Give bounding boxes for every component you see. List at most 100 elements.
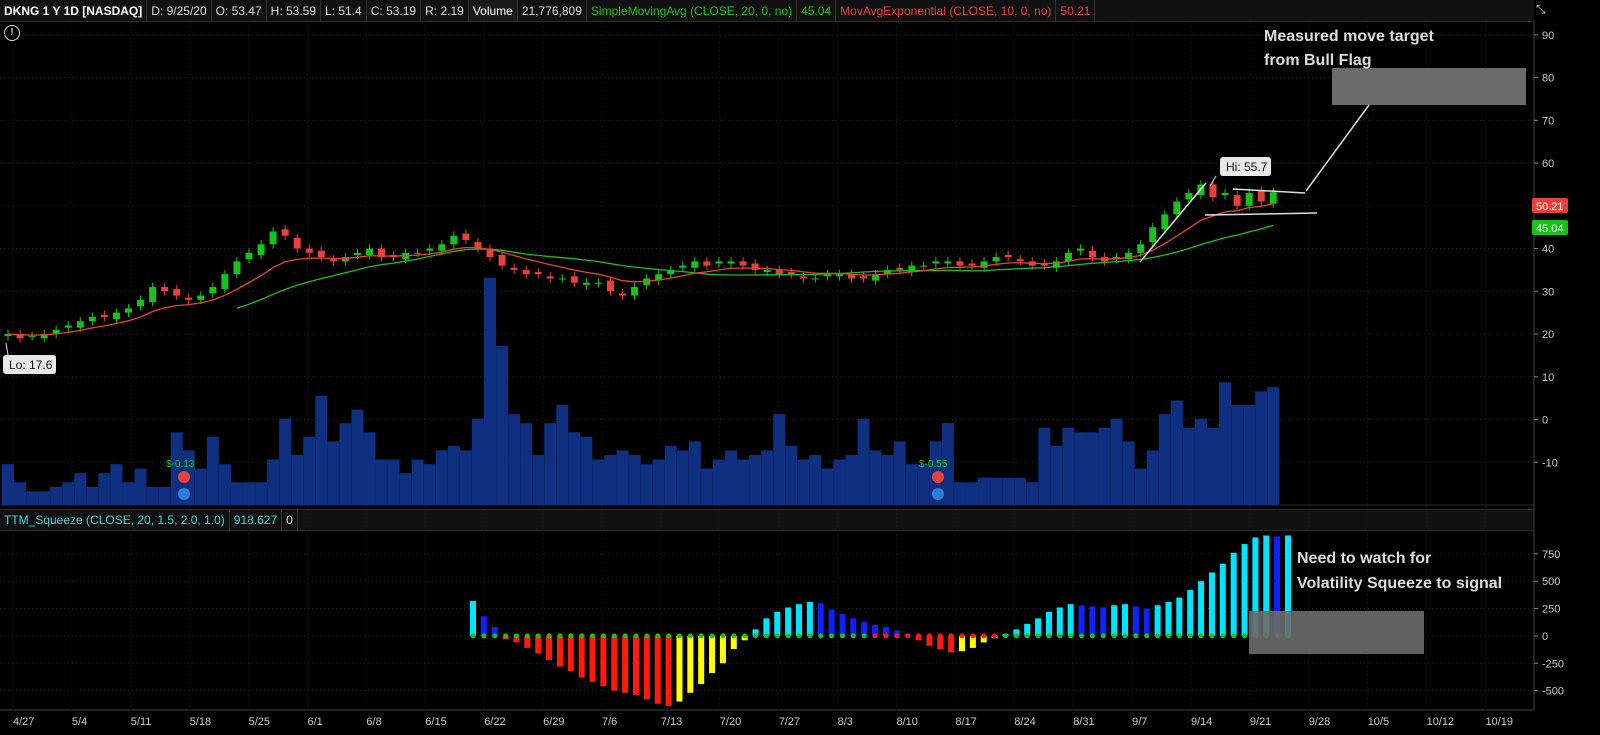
volume-bar	[459, 450, 472, 505]
volume-bar	[206, 436, 219, 505]
candle-body	[149, 287, 157, 302]
candle-body	[341, 257, 349, 262]
squeeze-bar	[915, 635, 922, 641]
earnings-marker-1[interactable]: $-0.13	[166, 459, 195, 500]
squeeze-dot	[774, 633, 780, 639]
candle-body	[1173, 201, 1181, 215]
squeeze-bar	[513, 635, 520, 643]
candle-body	[848, 274, 855, 279]
squeeze-bar	[491, 627, 498, 636]
dividend-icon[interactable]	[178, 488, 190, 500]
squeeze-state: 0	[282, 510, 298, 530]
squeeze-bar	[1035, 618, 1042, 636]
volume-bar	[339, 423, 352, 505]
candle-body	[739, 261, 747, 266]
candle-body	[353, 252, 361, 255]
squeeze-dot	[1144, 633, 1150, 639]
squeeze-dot	[1122, 633, 1128, 639]
candle-body	[498, 254, 506, 266]
squeeze-bar	[719, 635, 726, 664]
earnings-icon[interactable]	[178, 471, 190, 483]
squeeze-bar	[872, 624, 879, 636]
earnings-marker-2[interactable]: $-0.55	[919, 459, 948, 500]
date-tick-label: 10/12	[1427, 716, 1455, 728]
squeeze-bar	[1111, 605, 1118, 636]
date-tick-label: 5/11	[131, 716, 152, 728]
volume-study-label[interactable]: Volume	[468, 0, 518, 21]
squeeze-bar	[752, 629, 759, 636]
squeeze-dot	[1198, 633, 1204, 639]
earnings-value-1: $-0.13	[166, 459, 195, 470]
ema-study-label[interactable]: MovAvgExponential (CLOSE, 10, 0, no)	[836, 0, 1057, 21]
volume-bar	[1146, 450, 1159, 505]
volume-bar	[1219, 382, 1232, 505]
candle-body	[1101, 257, 1109, 262]
alert-icon[interactable]: !	[4, 25, 20, 41]
squeeze-bar	[600, 635, 607, 687]
ema-badge-text: 50.21	[1536, 201, 1564, 213]
sma-study-label[interactable]: SimpleMovingAvg (CLOSE, 20, 0, no)	[587, 0, 798, 21]
volume-bar	[1086, 432, 1099, 505]
candle-body	[40, 334, 48, 339]
squeeze-dot	[579, 633, 585, 639]
volume-bar	[640, 464, 653, 505]
candle-body	[884, 269, 892, 275]
squeeze-bar	[763, 618, 770, 636]
candle-body	[366, 248, 373, 255]
volume-bar	[2, 464, 14, 505]
candle-body	[1004, 254, 1012, 258]
volume-bar	[652, 459, 665, 505]
candle-body	[1016, 259, 1024, 262]
candle-body	[522, 269, 530, 275]
date-tick-label: 6/15	[425, 716, 446, 728]
candle-body	[1064, 252, 1072, 262]
squeeze-bar	[1132, 606, 1139, 636]
sma-price-badge	[1532, 220, 1568, 235]
volume-bar	[1182, 427, 1195, 505]
chart-canvas[interactable]: -10 0 10 20 30 40 50 60 70 80 90 -500 -250 0 250 500 750…	[0, 0, 1600, 735]
candle-body	[751, 263, 759, 270]
candle-body	[209, 287, 217, 294]
ema-value: 50.21	[1056, 0, 1096, 21]
date-readout: D: 9/25/20	[147, 0, 212, 21]
volume-bar	[1026, 482, 1039, 505]
candle-body	[1221, 192, 1229, 196]
price-chart-header: DKNG 1 Y 1D [NASDAQ] D: 9/25/20 O: 53.47…	[0, 0, 1534, 22]
collapse-icon[interactable]: ⤡	[1536, 2, 1556, 20]
squeeze-dot	[666, 633, 672, 639]
flag-top-trendline	[1232, 188, 1306, 194]
squeeze-dot	[1165, 633, 1171, 639]
volume-bar	[375, 459, 388, 505]
symbol-label[interactable]: DKNG 1 Y 1D [NASDAQ]	[0, 0, 148, 21]
volume-bar	[484, 277, 496, 505]
squeeze-study-label[interactable]: TTM_Squeeze (CLOSE, 20, 1.5, 2.0, 1.0)	[0, 510, 230, 530]
candle-body	[679, 265, 687, 268]
candle-body	[631, 287, 639, 296]
lo-label-box	[3, 355, 56, 374]
volume-bar	[604, 455, 617, 505]
candle-body	[1052, 261, 1060, 268]
candle-body	[860, 276, 868, 279]
squeeze-bar	[524, 635, 531, 648]
volume-bar	[14, 482, 27, 505]
candle-body	[1028, 261, 1036, 266]
date-tick-label: 7/6	[602, 716, 617, 728]
squeeze-bar	[676, 635, 683, 702]
bottom-note-line-1: Need to watch for	[1297, 550, 1431, 567]
squeeze-bar	[937, 635, 944, 650]
volume-bar	[50, 486, 63, 505]
dividend-icon[interactable]	[932, 488, 944, 500]
squeeze-dot	[872, 633, 878, 639]
top-note-line-2: from Bull Flag	[1264, 52, 1372, 69]
range-readout: R: 2.19	[421, 0, 469, 21]
candle-body	[161, 287, 169, 292]
squeeze-bar	[1002, 633, 1009, 636]
squeeze-dot	[1046, 633, 1052, 639]
price-tick-label: 70	[1542, 115, 1554, 127]
sma-badge-text: 45.04	[1536, 223, 1564, 235]
candle-body	[16, 334, 24, 339]
candle-body	[1197, 184, 1205, 196]
volume-bar	[122, 482, 135, 505]
earnings-icon[interactable]	[932, 471, 944, 483]
squeeze-bar	[1165, 602, 1172, 636]
